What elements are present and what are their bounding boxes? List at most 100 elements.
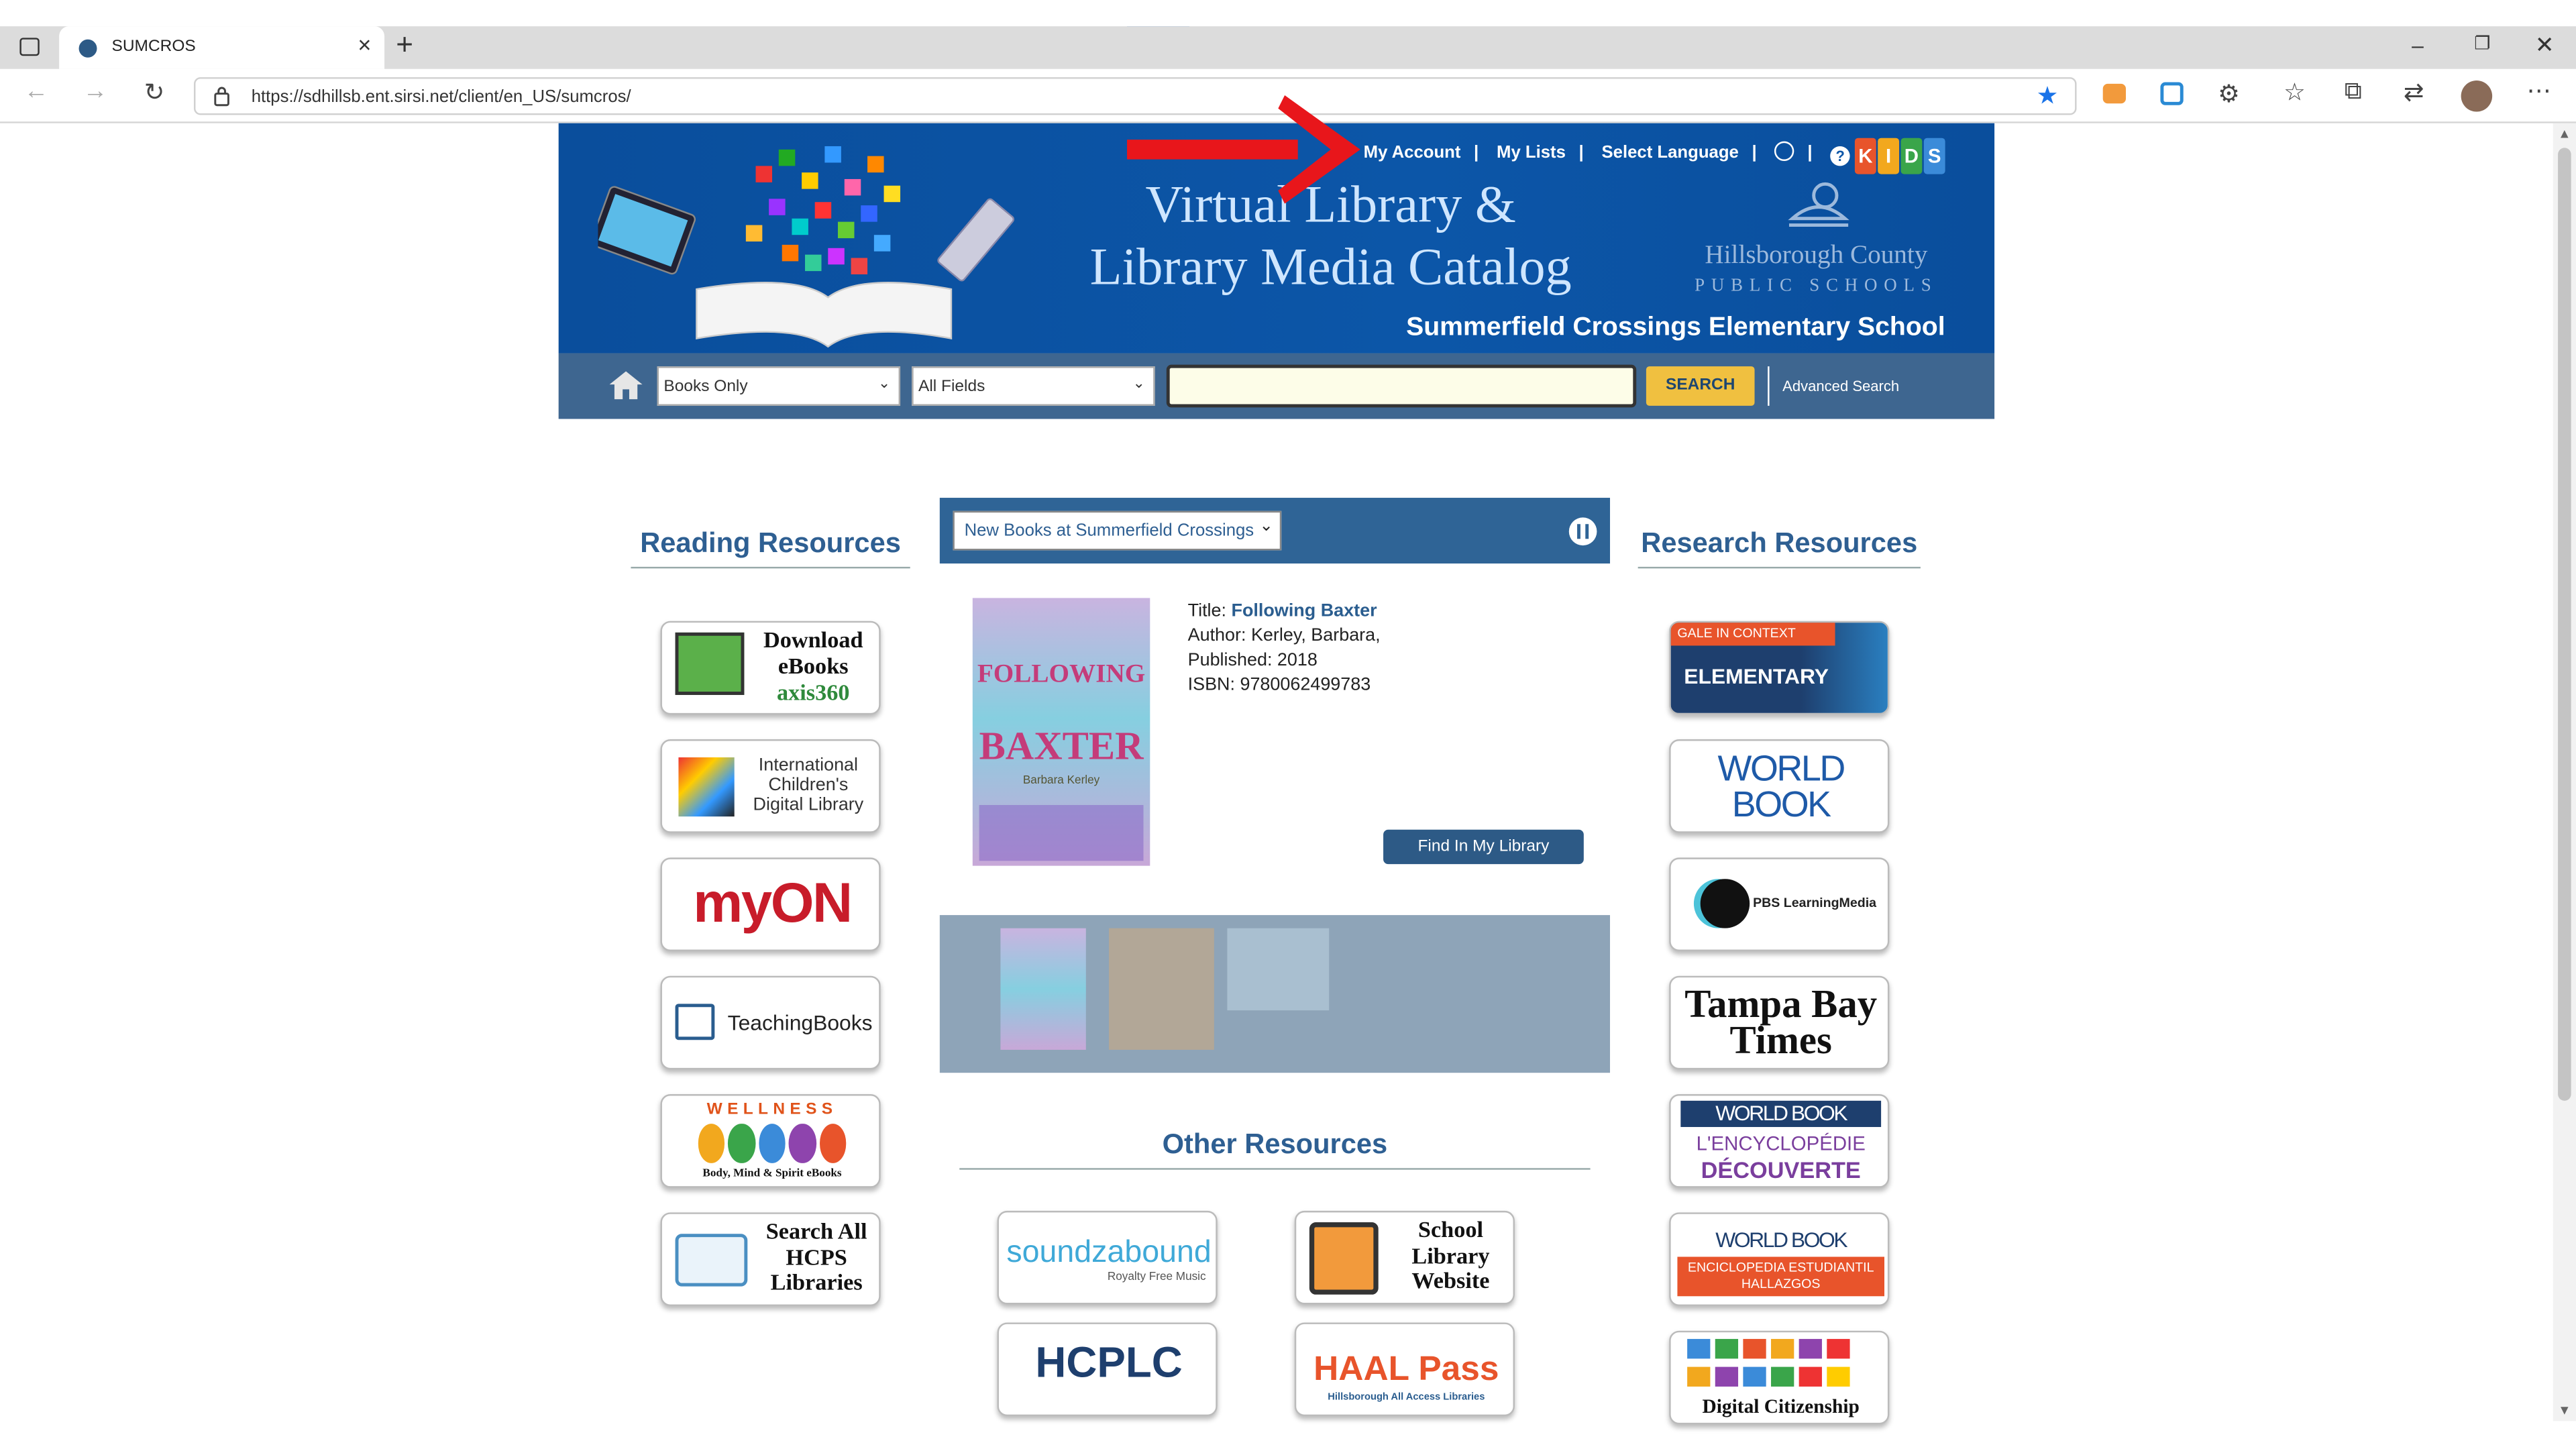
search-type-select[interactable]: Books Only ⌄ xyxy=(657,366,901,406)
citizenship-icons xyxy=(1687,1338,1874,1388)
carousel-list-select[interactable]: New Books at Summerfield Crossings ⌄ xyxy=(953,511,1282,551)
world-book-decouverte-tile[interactable]: WORLD BOOK L'ENCYCLOPÉDIE DÉCOUVERTE xyxy=(1669,1094,1890,1188)
hcplc-tile[interactable]: HCPLC xyxy=(997,1322,1218,1417)
collections-icon[interactable]: ⧉ xyxy=(2345,77,2362,105)
icdl-tile[interactable]: International Children's Digital Library xyxy=(660,739,881,833)
new-tab-icon[interactable]: + xyxy=(396,28,413,62)
search-field-select[interactable]: All Fields ⌄ xyxy=(912,366,1155,406)
browser-tab[interactable]: SUMCROS × xyxy=(59,26,385,69)
new-books-carousel-header: New Books at Summerfield Crossings ⌄ xyxy=(939,498,1611,564)
book-isbn: ISBN: 9780062499783 xyxy=(1187,675,1371,695)
search-button[interactable]: SEARCH xyxy=(1646,366,1755,406)
tampa-bay-times-tile[interactable]: Tampa Bay Times xyxy=(1669,975,1890,1070)
pbs-label: PBS LearningMedia xyxy=(1753,895,1877,910)
bookshelf-icon xyxy=(1309,1222,1379,1295)
title-line-2: Library Media Catalog xyxy=(1089,236,1572,296)
open-book-icon xyxy=(675,1234,748,1287)
scroll-up-icon[interactable]: ▲ xyxy=(2558,127,2571,142)
my-lists-link[interactable]: My Lists xyxy=(1497,143,1566,162)
gale-in-context-tile[interactable]: GALE IN CONTEXT ELEMENTARY xyxy=(1669,621,1890,715)
search-field-value: All Fields xyxy=(918,378,985,396)
title-label: Title: xyxy=(1187,601,1227,621)
profile-avatar[interactable] xyxy=(2461,80,2493,112)
share-icon[interactable]: ⇄ xyxy=(2404,77,2424,107)
myon-label: myON xyxy=(693,872,853,935)
thumbnail-book-2[interactable] xyxy=(1109,928,1214,1050)
kids-letter: K xyxy=(1854,138,1876,174)
scrollbar-thumb[interactable] xyxy=(2558,148,2571,1101)
school-name: Summerfield Crossings Elementary School xyxy=(1406,313,1945,342)
my-account-link[interactable]: My Account xyxy=(1364,143,1461,162)
thumbnail-book-3[interactable] xyxy=(1227,928,1330,1011)
gale-label: GALE IN CONTEXT xyxy=(1677,626,1796,641)
district-subtitle: PUBLIC SCHOOLS xyxy=(1695,276,1938,296)
encyclopedie-label: L'ENCYCLOPÉDIE xyxy=(1696,1132,1866,1155)
pause-icon[interactable] xyxy=(1568,517,1597,546)
thumbnail-following-baxter[interactable] xyxy=(1000,928,1086,1050)
ebook-monitor-icon xyxy=(675,632,745,695)
tab-actions-icon[interactable] xyxy=(19,38,40,56)
select-language-link[interactable]: Select Language xyxy=(1602,143,1739,162)
search-input[interactable] xyxy=(1166,364,1637,408)
world-book-hallazgos-tile[interactable]: WORLD BOOK ENCICLOPEDIA ESTUDIANTIL HALL… xyxy=(1669,1212,1890,1306)
digital-citizenship-label: Digital Citizenship xyxy=(1702,1395,1860,1418)
pbs-learningmedia-tile[interactable]: PBS LearningMedia xyxy=(1669,857,1890,951)
pbs-logo-icon xyxy=(1700,879,1750,928)
kids-catalog-link[interactable]: K I D S xyxy=(1854,138,1945,174)
school-library-website-tile[interactable]: School Library Website xyxy=(1294,1210,1515,1305)
cover-title-1: FOLLOWING xyxy=(977,660,1146,689)
more-menu-icon[interactable]: ⋯ xyxy=(2527,76,2552,105)
download-ebooks-tile[interactable]: Download eBooks axis360 xyxy=(660,621,881,715)
kids-letter: S xyxy=(1923,138,1945,174)
district-name: Hillsborough County xyxy=(1705,241,1928,270)
search-type-value: Books Only xyxy=(663,378,748,396)
extension-icon[interactable] xyxy=(2102,83,2127,104)
icdl-label: International Children's Digital Library xyxy=(753,755,864,815)
haal-pass-sublabel: Hillsborough All Access Libraries xyxy=(1328,1393,1485,1403)
divider xyxy=(1768,366,1770,406)
book-details: Title: Following Baxter Author: Kerley, … xyxy=(1188,600,1381,698)
lamp-logo xyxy=(1788,182,1849,227)
hcplc-label: HCPLC xyxy=(1035,1337,1183,1387)
scroll-down-icon[interactable]: ▼ xyxy=(2558,1403,2571,1417)
teachingbooks-tile[interactable]: TeachingBooks xyxy=(660,975,881,1070)
myon-tile[interactable]: myON xyxy=(660,857,881,951)
find-in-library-button[interactable]: Find In My Library xyxy=(1383,829,1584,865)
close-window-icon[interactable]: ✕ xyxy=(2535,32,2555,60)
cover-houses xyxy=(979,805,1144,861)
help-icon[interactable]: ? xyxy=(1830,146,1850,166)
book-title-link[interactable]: Following Baxter xyxy=(1232,601,1377,621)
world-book-fr-label: WORLD BOOK xyxy=(1715,1100,1847,1126)
divider xyxy=(631,566,910,569)
cover-author: Barbara Kerley xyxy=(1022,775,1100,788)
advanced-search-link[interactable]: Advanced Search xyxy=(1782,378,1899,394)
restore-icon[interactable]: ❐ xyxy=(2474,33,2490,54)
book-icon xyxy=(675,1004,715,1040)
favicon-icon xyxy=(78,39,97,58)
title-strip xyxy=(0,0,2576,27)
extensions-puzzle-icon[interactable]: ⚙ xyxy=(2218,79,2240,109)
favorite-star-icon[interactable]: ★ xyxy=(2037,80,2059,110)
close-tab-icon[interactable]: × xyxy=(358,32,371,58)
haal-pass-tile[interactable]: HAAL Pass Hillsborough All Access Librar… xyxy=(1294,1322,1515,1417)
soundzabound-tile[interactable]: soundzabound Royalty Free Music xyxy=(997,1210,1218,1305)
forward-icon[interactable]: → xyxy=(79,77,112,105)
world-book-tile[interactable]: WORLD BOOK xyxy=(1669,739,1890,833)
wellness-tile[interactable]: WELLNESS Body, Mind & Spirit eBooks xyxy=(660,1094,881,1188)
book-cover[interactable]: FOLLOWING BAXTER Barbara Kerley xyxy=(972,598,1150,866)
reload-icon[interactable]: ↻ xyxy=(138,77,171,107)
reading-resources-heading: Reading Resources xyxy=(640,527,901,559)
research-resources-heading: Research Resources xyxy=(1641,527,1918,559)
cover-title-2: BAXTER xyxy=(979,726,1144,769)
download-ebooks-label: Download eBooks xyxy=(763,629,863,680)
district-logo: Hillsborough County PUBLIC SCHOOLS xyxy=(1680,241,1951,301)
catalog-page: My Account | My Lists | Select Language | |… xyxy=(558,123,1995,1425)
digital-citizenship-tile[interactable]: Digital Citizenship xyxy=(1669,1330,1890,1425)
search-hcps-tile[interactable]: Search All HCPS Libraries xyxy=(660,1212,881,1306)
back-icon[interactable]: ← xyxy=(19,77,52,105)
minimize-icon[interactable]: – xyxy=(2412,33,2424,58)
extension-icon-2[interactable] xyxy=(2160,82,2184,105)
favorites-icon[interactable]: ☆ xyxy=(2284,77,2306,107)
accessibility-icon[interactable] xyxy=(1774,141,1794,162)
home-icon[interactable] xyxy=(606,368,646,401)
